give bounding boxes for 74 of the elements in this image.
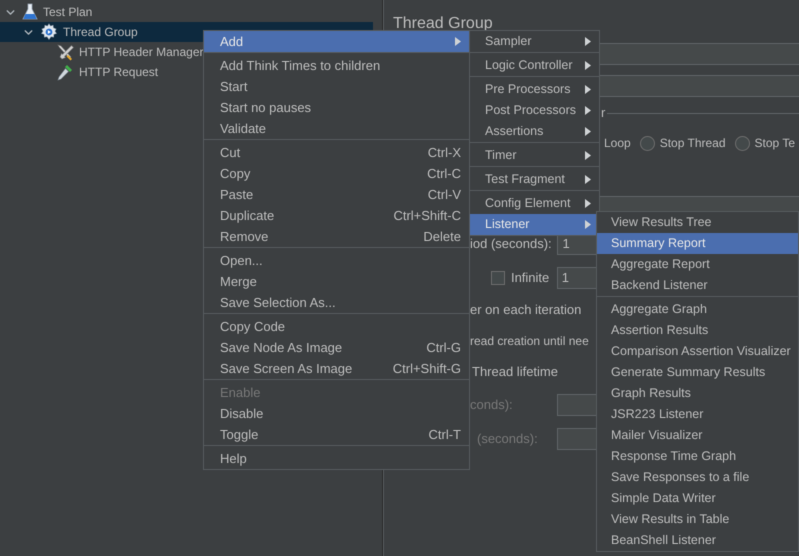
radio-label: Stop Thread [660, 135, 726, 152]
menu-item[interactable]: Save Responses to a file [597, 467, 798, 488]
menu-item[interactable]: JSR223 Listener [597, 404, 798, 425]
menu-item[interactable]: Disable [204, 403, 469, 424]
panel-title: Thread Group [393, 14, 494, 34]
menu-item[interactable]: Save Screen As Image Ctrl+Shift-G [204, 358, 469, 379]
menu-item[interactable]: Duplicate Ctrl+Shift-C [204, 205, 469, 226]
menu-item[interactable]: Paste Ctrl-V [204, 184, 469, 205]
menu-item[interactable]: View Results in Table [597, 509, 798, 530]
menu-item[interactable]: Simple Data Writer [597, 488, 798, 509]
submenu-arrow-icon [585, 220, 591, 229]
menu-item[interactable]: Merge [204, 271, 469, 292]
field-label: iod (seconds): [470, 236, 552, 251]
radio-label: Loop [604, 135, 631, 152]
menu-item[interactable]: Summary Report [597, 233, 798, 254]
menu-item[interactable]: Toggle Ctrl-T [204, 424, 469, 445]
menu-item[interactable]: Pre Processors [470, 79, 599, 100]
menu-item[interactable]: Start [204, 76, 469, 97]
gear-icon [40, 23, 58, 41]
submenu-arrow-icon [585, 199, 591, 208]
menu-item[interactable]: BeanShell Listener [597, 530, 798, 551]
menu-item[interactable]: Sampler [470, 31, 599, 52]
wrench-screwdriver-icon [56, 43, 74, 61]
submenu-arrow-icon [455, 37, 461, 46]
field-label: Thread lifetime [472, 362, 558, 381]
menu-item[interactable]: View Results Tree [597, 212, 798, 233]
menu-item[interactable]: Validate [204, 118, 469, 139]
menu-item[interactable]: Test Fragment [470, 169, 599, 190]
submenu-arrow-icon [585, 175, 591, 184]
menu-item[interactable]: Aggregate Report [597, 254, 798, 275]
menu-item[interactable]: Cut Ctrl-X [204, 142, 469, 163]
menu-item[interactable]: Aggregate Graph [597, 299, 798, 320]
checkbox-label: Infinite [510, 269, 550, 288]
menu-item[interactable]: Start no pauses [204, 97, 469, 118]
flask-icon [22, 3, 38, 21]
field-label: read creation until nee [470, 332, 589, 350]
menu-item[interactable]: Mailer Visualizer [597, 425, 798, 446]
menu-item[interactable]: Assertions [470, 121, 599, 142]
menu-item[interactable]: Help [204, 448, 469, 469]
submenu-arrow-icon [585, 127, 591, 136]
submenu-arrow-icon [585, 85, 591, 94]
menu-item[interactable]: Config Element [470, 193, 599, 214]
menu-item[interactable]: Timer [470, 145, 599, 166]
field-label: conds): [470, 397, 513, 412]
menu-item[interactable]: Remove Delete [204, 226, 469, 247]
radio-label: Stop Te [754, 135, 796, 152]
menu-item[interactable]: Save Selection As... [204, 292, 469, 313]
menu-item[interactable]: Add [204, 31, 469, 52]
submenu-arrow-icon [585, 61, 591, 70]
submenu-arrow-icon [585, 106, 591, 115]
checkbox[interactable] [491, 271, 505, 285]
pipette-icon [56, 63, 74, 81]
group-legend: r [601, 103, 606, 123]
menu-item[interactable]: Backend Listener [597, 275, 798, 296]
radio-button[interactable] [734, 136, 750, 150]
radio-button[interactable] [640, 136, 655, 150]
menu-item[interactable]: Save Node As Image Ctrl-G [204, 337, 469, 358]
menu-item[interactable]: Open... [204, 250, 469, 271]
field-label: (seconds): [477, 431, 538, 446]
menu-item[interactable]: Generate Summary Results [597, 362, 798, 383]
menu-item[interactable]: Assertion Results [597, 320, 798, 341]
menu-item[interactable]: Copy Ctrl-C [204, 163, 469, 184]
menu-item[interactable]: Logic Controller [470, 55, 599, 76]
tree-item[interactable]: Test Plan [0, 2, 373, 22]
menu-item[interactable]: Listener [470, 214, 599, 235]
menu-item[interactable]: Copy Code [204, 316, 469, 337]
menu-item[interactable]: Graph Results [597, 383, 798, 404]
submenu-arrow-icon [585, 37, 591, 46]
menu-item[interactable]: Add Think Times to children [204, 55, 469, 76]
submenu-arrow-icon [585, 151, 591, 160]
menu-item[interactable]: Comparison Assertion Visualizer [597, 341, 798, 362]
menu-item[interactable]: Post Processors [470, 100, 599, 121]
menu-item[interactable]: Response Time Graph [597, 446, 798, 467]
field-label: er on each iteration [470, 300, 582, 319]
